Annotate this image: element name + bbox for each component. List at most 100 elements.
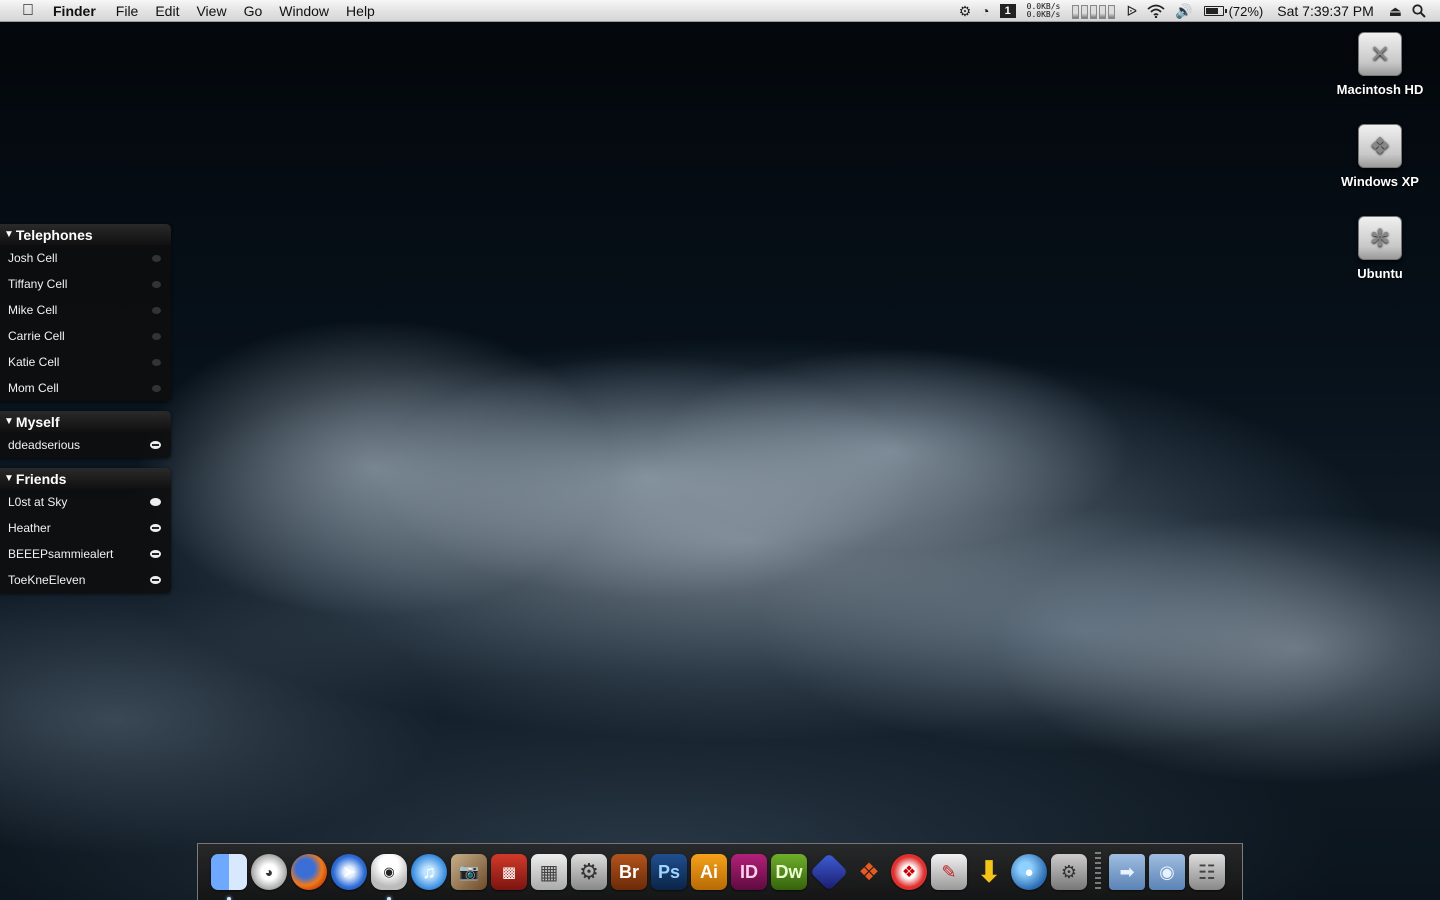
buddy-name: Mom Cell [8, 381, 59, 395]
buddy-name: ToeKneEleven [8, 573, 86, 587]
trash-icon[interactable]: ☷ [1189, 854, 1225, 890]
dreamweaver-label: Dw [775, 861, 803, 882]
firefox-icon[interactable] [291, 854, 327, 890]
menu-app-finder[interactable]: Finder [53, 3, 96, 19]
calculator-icon[interactable]: ▦ [531, 854, 567, 890]
safari-icon[interactable]: ➤ [331, 854, 367, 890]
group-header-myself[interactable]: ▼ Myself [0, 411, 171, 432]
buddy-name: Tiffany Cell [8, 277, 68, 291]
script-editor-icon[interactable]: ✎ [931, 854, 967, 890]
buddy-group-friends: ▼ Friends L0st at Sky Heather BEEEPsammi… [0, 468, 171, 593]
net-down-rate: 0.0KB/s [1026, 10, 1061, 19]
cpu-bar [1099, 5, 1107, 19]
battery-icon [1203, 6, 1227, 16]
bluetooth-icon[interactable]: ᐉ [1126, 0, 1137, 22]
indesign-icon[interactable]: ID [731, 854, 767, 890]
system-preferences-icon[interactable]: ⚙ [571, 854, 607, 890]
buddy-name: BEEEPsammiealert [8, 547, 114, 561]
buddy-item[interactable]: Tiffany Cell [0, 271, 171, 297]
menu-view[interactable]: View [196, 3, 226, 19]
buddy-item[interactable]: ddeadserious [0, 432, 171, 458]
box-app-icon[interactable] [809, 852, 849, 892]
network-rate-meter[interactable]: 0.0KB/s 0.0KB/s [1027, 3, 1061, 19]
group-title: Telephones [15, 226, 93, 243]
iphoto-icon[interactable]: 📷 [451, 854, 487, 890]
phone-status-icon [152, 280, 161, 288]
phone-status-icon [152, 254, 161, 262]
away-status-icon [150, 576, 161, 584]
apple-icon[interactable]:  [17, 2, 39, 20]
photoshop-label: Ps [657, 861, 681, 882]
illustrator-label: Ai [700, 861, 718, 882]
buddy-name: ddeadserious [8, 438, 81, 452]
menu-go[interactable]: Go [244, 3, 263, 19]
wall-e-robot-icon[interactable]: ◉ [371, 854, 407, 900]
menu-clock[interactable]: Sat 7:39:37 PM [1277, 3, 1374, 19]
phone-status-icon [152, 358, 161, 366]
battery-status[interactable]: (72%) [1203, 3, 1264, 19]
buddy-item[interactable]: Mike Cell [0, 297, 171, 323]
itunes-icon[interactable]: ♫ [411, 854, 447, 890]
windows-drive-icon: ❖ [1358, 124, 1402, 168]
away-status-icon [150, 441, 161, 449]
finder-icon[interactable] [211, 854, 247, 900]
buddy-item[interactable]: Carrie Cell [0, 323, 171, 349]
desktop-icon-label: Windows XP [1341, 174, 1419, 189]
menu-edit[interactable]: Edit [155, 3, 179, 19]
menu-file[interactable]: File [116, 3, 139, 19]
illustrator-icon[interactable]: Ai [691, 854, 727, 890]
buddy-item[interactable]: Mom Cell [0, 375, 171, 401]
buddy-group-myself: ▼ Myself ddeadserious [0, 411, 171, 458]
buddy-group-telephones: ▼ Telephones Josh Cell Tiffany Cell Mike… [0, 224, 171, 401]
menu-bar:  Finder File Edit View Go Window Help ⚙… [0, 0, 1440, 22]
wifi-icon[interactable] [1147, 0, 1165, 22]
buddy-item[interactable]: Katie Cell [0, 349, 171, 375]
photo-booth-icon[interactable]: ▩ [491, 854, 527, 890]
transmit-icon[interactable]: ❖ [851, 854, 887, 890]
red-app-icon[interactable]: ❖ [891, 854, 927, 890]
desktop-icon-windows-xp[interactable]: ❖ Windows XP [1330, 124, 1430, 189]
cpu-meter[interactable] [1072, 3, 1116, 19]
robot-icon[interactable]: ⚙ [959, 0, 972, 22]
dreamweaver-icon[interactable]: Dw [771, 854, 807, 890]
spotlight-search-icon[interactable] [1412, 0, 1426, 22]
group-header-friends[interactable]: ▼ Friends [0, 468, 171, 489]
dock-separator [1095, 852, 1101, 892]
download-arrow-icon[interactable]: ⬇ [971, 854, 1007, 890]
group-title: Myself [15, 413, 60, 430]
buddy-item[interactable]: Heather [0, 515, 171, 541]
buddy-item[interactable]: BEEEPsammiealert [0, 541, 171, 567]
menu-extras: ⚙ ◔ 1 0.0KB/s 0.0KB/s ᐉ 🔊 (72%) Sat 7:39… [954, 0, 1440, 22]
desktop-wallpaper [0, 0, 1440, 900]
buddy-item[interactable]: Josh Cell [0, 245, 171, 271]
buddy-name: Josh Cell [8, 251, 58, 265]
menu-window[interactable]: Window [279, 3, 329, 19]
buddy-name: Heather [8, 521, 51, 535]
globe-app-icon[interactable]: ● [1011, 854, 1047, 890]
buddy-item[interactable]: L0st at Sky [0, 489, 171, 515]
disclosure-triangle-icon[interactable]: ▼ [4, 229, 14, 240]
applications-folder-icon[interactable]: ➡ [1109, 854, 1145, 890]
group-header-telephones[interactable]: ▼ Telephones [0, 224, 171, 245]
dashboard-icon[interactable]: ◕ [251, 854, 287, 890]
buddy-item[interactable]: ToeKneEleven [0, 567, 171, 593]
menu-help[interactable]: Help [346, 3, 375, 19]
photoshop-icon[interactable]: Ps [651, 854, 687, 890]
disclosure-triangle-icon[interactable]: ▼ [4, 473, 14, 484]
disclosure-triangle-icon[interactable]: ▼ [4, 416, 14, 427]
eject-icon[interactable]: ⏏ [1389, 0, 1402, 22]
available-status-icon [150, 498, 161, 506]
documents-folder-icon[interactable]: ◉ [1149, 854, 1185, 890]
time-machine-icon[interactable]: ◔ [981, 0, 989, 22]
volume-icon[interactable]: 🔊 [1175, 0, 1192, 22]
buddy-name: Carrie Cell [8, 329, 65, 343]
disk-utility-icon[interactable]: ⚙ [1051, 854, 1087, 890]
battery-percent: (72%) [1228, 3, 1264, 19]
desktop-icon-ubuntu[interactable]: ✼ Ubuntu [1330, 216, 1430, 281]
desktop-icon-macintosh-hd[interactable]: ✕ Macintosh HD [1330, 32, 1430, 97]
cpu-bar [1108, 5, 1116, 19]
spaces-icon[interactable]: 1 [999, 4, 1016, 18]
adobe-bridge-icon[interactable]: Br [611, 854, 647, 890]
indesign-label: ID [740, 861, 758, 882]
away-status-icon [150, 524, 161, 532]
